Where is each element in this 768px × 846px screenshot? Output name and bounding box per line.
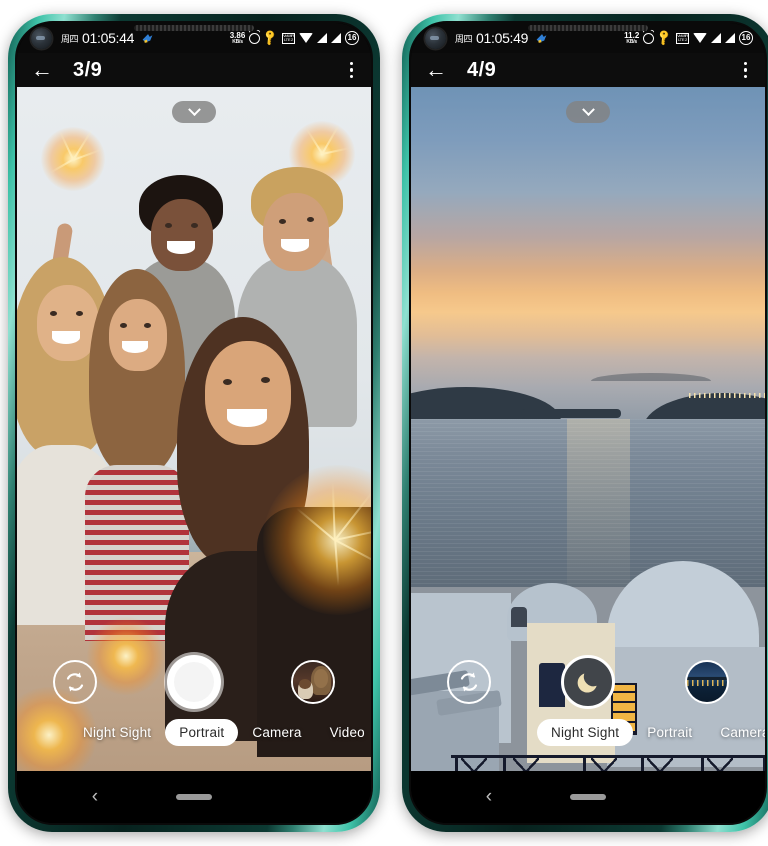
mode-portrait[interactable]: Portrait (633, 719, 706, 746)
phone-screen-right: 周四 01:05:49 11.2 KB/s 🔑 VoWiFi LTE 2 16 … (409, 21, 767, 825)
mode-camera[interactable]: Camera (706, 719, 765, 746)
notification-app-icon (141, 32, 154, 45)
photo-town-lights (689, 393, 765, 398)
signal-bars-icon-1 (711, 33, 721, 43)
camera-flip-icon (63, 670, 87, 694)
vpn-key-icon: 🔑 (655, 28, 674, 47)
chevron-down-icon[interactable] (566, 101, 610, 123)
wifi-icon (693, 33, 707, 43)
mode-portrait[interactable]: Portrait (165, 718, 239, 746)
signal-bars-icon-1 (317, 33, 327, 43)
page-indicator: 4/9 (467, 58, 497, 81)
mode-camera[interactable]: Camera (238, 719, 315, 746)
camera-controls-left (17, 651, 371, 713)
status-weekday: 周四 (455, 33, 473, 44)
viewfinder-left[interactable]: Night Sight Portrait Camera Video (17, 87, 371, 771)
earpiece-speaker-icon (134, 25, 254, 31)
nav-home-pill[interactable] (176, 794, 212, 800)
front-camera-punchhole-icon (31, 27, 52, 49)
phone-device-right: 周四 01:05:49 11.2 KB/s 🔑 VoWiFi LTE 2 16 … (402, 14, 768, 832)
night-sight-shutter[interactable] (561, 655, 615, 709)
mode-selector-left[interactable]: Night Sight Portrait Camera Video (17, 717, 371, 747)
mode-selector-right[interactable]: Night Sight Portrait Camera (411, 717, 765, 747)
viewfinder-right[interactable]: Night Sight Portrait Camera (411, 87, 765, 771)
photo-railing (451, 755, 765, 771)
signal-bars-icon-2 (725, 33, 735, 43)
mode-night-sight[interactable]: Night Sight (537, 718, 634, 746)
camera-flip-button[interactable] (53, 660, 97, 704)
volte-line-2: LTE 2 (678, 36, 687, 42)
status-clock: 01:05:44 (82, 30, 135, 46)
phone-screen-left: 周四 01:05:44 3.86 KB/s 🔑 VoWiFi LTE 2 16 … (15, 21, 373, 825)
mode-video[interactable]: Video (316, 719, 371, 746)
alarm-icon (643, 32, 655, 44)
wifi-icon (299, 33, 313, 43)
vpn-key-icon: 🔑 (261, 28, 280, 47)
shutter-area (491, 655, 685, 709)
shutter-inner (174, 662, 214, 702)
chevron-down-icon[interactable] (172, 101, 216, 123)
app-bar-right: ← 4/9 (411, 53, 765, 87)
camera-flip-button[interactable] (447, 660, 491, 704)
app-bar-left: ← 3/9 (17, 53, 371, 87)
shutter-button[interactable] (167, 655, 221, 709)
back-arrow-icon[interactable]: ← (31, 59, 57, 81)
more-vert-icon[interactable] (346, 59, 358, 82)
nav-bar-right: ‹ (411, 771, 765, 823)
network-speed-indicator: 11.2 KB/s (624, 31, 639, 45)
photo-island-spit (521, 409, 621, 418)
nav-bar-left: ‹ (17, 771, 371, 823)
photo-water-reflection (566, 419, 631, 609)
chevron-down-glyph (581, 102, 595, 116)
shutter-area (97, 655, 291, 709)
more-vert-icon[interactable] (740, 59, 752, 82)
camera-flip-icon (457, 670, 481, 694)
photo-chimney (511, 607, 527, 627)
gallery-thumbnail[interactable] (291, 660, 335, 704)
network-speed-unit: KB/s (232, 38, 243, 45)
volte-line-2: LTE 2 (284, 36, 293, 42)
volte-wifi-icon: VoWiFi LTE 2 (282, 32, 295, 44)
camera-controls-right (411, 651, 765, 713)
network-speed-indicator: 3.86 KB/s (230, 31, 246, 45)
network-speed-unit: KB/s (626, 38, 638, 45)
thumbnail-image-woman-with-dog (293, 662, 333, 702)
back-arrow-icon[interactable]: ← (425, 59, 451, 81)
front-camera-punchhole-icon (425, 27, 446, 49)
nav-back-icon[interactable]: ‹ (486, 786, 492, 808)
mode-night-sight[interactable]: Night Sight (69, 719, 165, 746)
phone-device-left: 周四 01:05:44 3.86 KB/s 🔑 VoWiFi LTE 2 16 … (8, 14, 380, 832)
battery-status-icon: 16 (345, 31, 359, 45)
nav-back-icon[interactable]: ‹ (92, 786, 98, 808)
status-weekday: 周四 (61, 33, 79, 44)
alarm-icon (249, 32, 261, 44)
earpiece-speaker-icon (528, 25, 648, 31)
page-indicator: 3/9 (73, 58, 103, 81)
thumbnail-city-lights (687, 679, 727, 686)
notification-app-icon (535, 32, 548, 45)
chevron-down-glyph (187, 102, 201, 116)
status-bar-right-group: 11.2 KB/s 🔑 VoWiFi LTE 2 16 (624, 28, 753, 47)
status-bar-right-group: 3.86 KB/s 🔑 VoWiFi LTE 2 16 (230, 28, 359, 47)
volte-wifi-icon: VoWiFi LTE 2 (676, 32, 689, 44)
screenshot-canvas: 周四 01:05:44 3.86 KB/s 🔑 VoWiFi LTE 2 16 … (0, 0, 768, 846)
gallery-thumbnail[interactable] (685, 660, 729, 704)
moon-icon (575, 669, 601, 695)
signal-bars-icon-2 (331, 33, 341, 43)
nav-home-pill[interactable] (570, 794, 606, 800)
status-clock: 01:05:49 (476, 30, 529, 46)
thumbnail-image-night-cityscape (687, 662, 727, 702)
battery-status-icon: 16 (739, 31, 753, 45)
